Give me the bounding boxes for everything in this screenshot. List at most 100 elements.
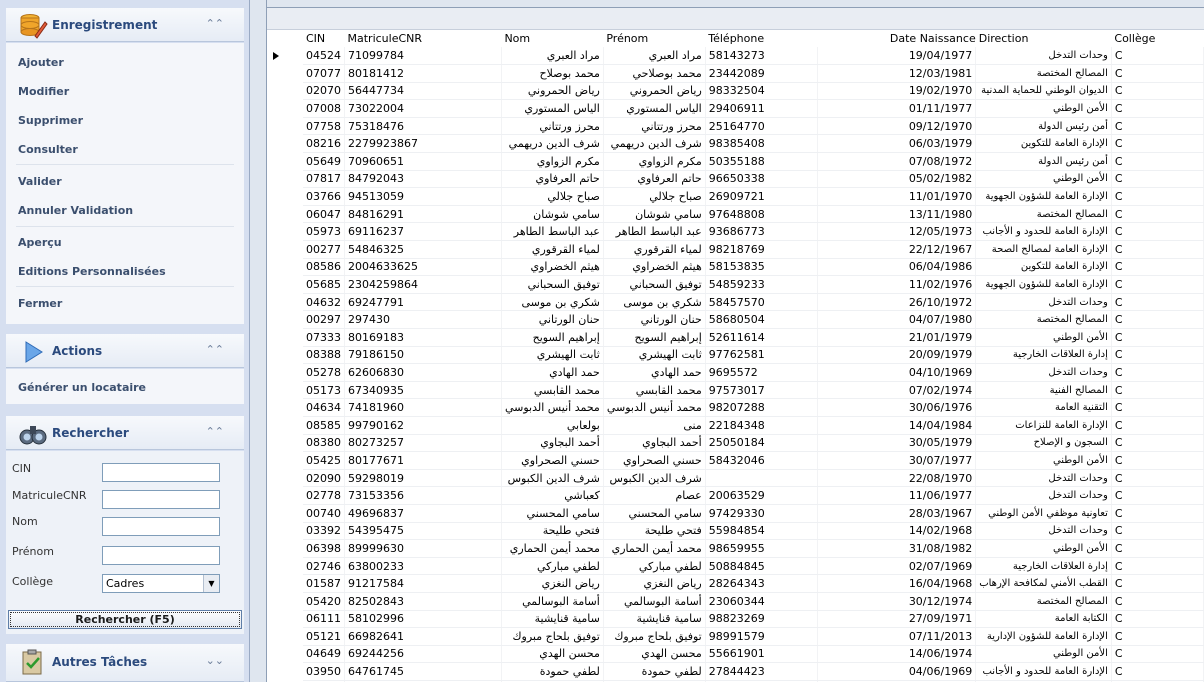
table-row[interactable]: 04524 71099784 مراد العبري مراد العبري 58143… — [303, 47, 1204, 66]
table-row[interactable]: 07758 75318476 محرز ورتتاني محرز ورتتاني 251… — [303, 117, 1204, 136]
separator — [16, 226, 234, 227]
table-row[interactable]: 08380 80273257 أحمد البجاوي أحمد البجاوي 250… — [303, 434, 1204, 453]
column-header-nom[interactable]: Nom — [501, 30, 604, 47]
cell-direction: تعاونية موظفي الأمن الوطني — [975, 504, 1112, 523]
table-row[interactable]: 02070 56447734 رياض الحمروني رياض الحمروني 9… — [303, 82, 1204, 101]
cell-date-naissance: 04/06/1969 — [817, 662, 977, 681]
table-row[interactable]: 05278 62606830 حمد الهادي حمد الهادي 9695572… — [303, 363, 1204, 382]
task-annuler-validation[interactable]: Annuler Validation — [18, 204, 133, 217]
cell-matricule: 84816291 — [344, 205, 502, 224]
table-row[interactable]: 02090 59298019 شرف الدين الكبوس شرف الدين ا… — [303, 469, 1204, 488]
dropdown-arrow-icon[interactable]: ▼ — [203, 575, 219, 592]
table-row[interactable]: 05425 80177671 حسني الصحراوي حسني الصحراوي 5… — [303, 451, 1204, 470]
table-row[interactable]: 00740 49696837 سامي المحسني سامي المحسني 974… — [303, 504, 1204, 523]
pane-header-rechercher[interactable]: Rechercher ⌃⌃ — [6, 416, 244, 450]
cell-matricule: 54846325 — [344, 240, 502, 259]
cell-prenom: رياض الحمروني — [603, 82, 706, 101]
column-header-college[interactable]: Collège — [1111, 30, 1204, 47]
table-row[interactable]: 06111 58102996 سامية قنايشية سامية قنايشية 9… — [303, 610, 1204, 629]
table-row[interactable]: 08216 2279923867 شرف الدين دريهمي شرف الدين… — [303, 134, 1204, 154]
task-ajouter[interactable]: Ajouter — [18, 56, 64, 69]
table-row[interactable]: 01587 91217584 رياض النغزي رياض النغزي 28264… — [303, 574, 1204, 593]
cell-direction: الأمن الوطني — [975, 328, 1112, 347]
table-row[interactable]: 05649 70960651 مكرم الزواوي مكرم الزواوي 503… — [303, 152, 1204, 171]
table-row[interactable]: 07008 73022004 الياس المستوري الياس المستور… — [303, 99, 1204, 118]
pane-header-actions[interactable]: Actions ⌃⌃ — [6, 334, 244, 368]
column-header-telephone[interactable]: Téléphone — [705, 30, 818, 47]
cell-college: C — [1111, 557, 1204, 576]
cell-date-naissance: 20/09/1979 — [817, 346, 977, 365]
column-header-matricule[interactable]: MatriculeCNR — [344, 30, 502, 47]
pane-title: Autres Tâches — [52, 655, 148, 669]
cell-matricule: 297430 — [344, 310, 502, 329]
cell-prenom: سامي المحسني — [603, 504, 706, 523]
table-row[interactable]: 03392 54395475 فتحي طليحة فتحي طليحة 5598485… — [303, 522, 1204, 541]
table-row[interactable]: 07077 80181412 محمد بوصلاح محمد بوصلاحي 2344… — [303, 64, 1204, 83]
cell-prenom: محسن الهدي — [603, 645, 706, 664]
expand-chevron-icon[interactable]: ⌄⌄ — [206, 654, 224, 667]
table-row[interactable]: 08585 99790162 بولعابي منى 22184348 14/04/198… — [303, 416, 1204, 435]
table-row[interactable]: 04634 74181960 محمد أنيس الدبوسي محمد أنيس … — [303, 398, 1204, 417]
task-modifier[interactable]: Modifier — [18, 85, 69, 98]
table-row[interactable]: 05121 66982641 توفيق بلحاج مبروك توفيق بلحا… — [303, 627, 1204, 646]
table-row[interactable]: 05685 2304259864 توفيق السحباني توفيق السحب… — [303, 275, 1204, 294]
collapse-chevron-icon[interactable]: ⌃⌃ — [206, 343, 224, 356]
task-valider[interactable]: Valider — [18, 175, 62, 188]
college-select[interactable]: Cadres ▼ — [102, 574, 220, 593]
matricule-input[interactable] — [102, 490, 220, 509]
cell-direction: المصالح المختصة — [975, 592, 1112, 611]
cell-matricule: 74181960 — [344, 398, 502, 417]
cell-cin: 03950 — [303, 662, 345, 681]
column-header-date-naissance[interactable]: Date Naissance — [817, 30, 976, 47]
table-row[interactable]: 02746 63800233 لطفي مباركي لطفي مباركي 50884… — [303, 557, 1204, 576]
column-header-cin[interactable]: CIN — [303, 30, 345, 47]
nom-input[interactable] — [102, 517, 220, 536]
table-row[interactable]: 03766 94513059 صباح جلالي صباح جلالي 2690972… — [303, 187, 1204, 206]
table-row[interactable]: 05173 67340935 محمد القابسي محمد القابسي 975… — [303, 381, 1204, 400]
cell-cin: 07333 — [303, 328, 345, 347]
cell-cin: 08380 — [303, 434, 345, 453]
column-header-prenom[interactable]: Prénom — [603, 30, 706, 47]
task-generer-locataire[interactable]: Générer un locataire — [18, 381, 146, 394]
college-selected-value: Cadres — [106, 577, 145, 590]
cell-prenom: حنان الورتاني — [603, 310, 706, 329]
table-row[interactable]: 03950 64761745 لطفي حمودة لطفي حمودة 2784442… — [303, 662, 1204, 681]
cell-direction: التقنية العامة — [975, 398, 1112, 417]
task-editions-personnalisees[interactable]: Editions Personnalisées — [18, 265, 166, 278]
pane-header-enregistrement[interactable]: Enregistrement ⌃⌃ — [6, 8, 244, 42]
table-row[interactable]: 08586 2004633625 هيثم الخضراوي هيثم الخضراو… — [303, 258, 1204, 277]
task-fermer[interactable]: Fermer — [18, 297, 62, 310]
cell-prenom: لطفي حمودة — [603, 662, 706, 681]
table-row[interactable]: 08388 79186150 ثابت الهيشري ثابت الهيشري 977… — [303, 346, 1204, 365]
table-row[interactable]: 04649 69244256 محسن الهدي محسن الهدي 5566190… — [303, 645, 1204, 664]
task-supprimer[interactable]: Supprimer — [18, 114, 83, 127]
table-row[interactable]: 05420 82502843 أسامة البوسالمي أسامة البوسا… — [303, 592, 1204, 611]
table-row[interactable]: 06398 89999630 محمد أيمن الحماري محمد أيمن … — [303, 539, 1204, 558]
cell-direction: أمن رئيس الدولة — [975, 117, 1112, 136]
table-row[interactable]: 00297 297430 حنان الورتاني حنان الورتاني 586… — [303, 310, 1204, 329]
cell-nom: حمد الهادي — [501, 363, 604, 382]
cell-date-naissance: 26/10/1972 — [817, 293, 977, 312]
column-header-direction[interactable]: Direction — [975, 30, 1112, 47]
pane-enregistrement: Enregistrement ⌃⌃ Ajouter Modifier Suppr… — [6, 8, 244, 324]
cell-prenom: حمد الهادي — [603, 363, 706, 382]
collapse-chevron-icon[interactable]: ⌃⌃ — [206, 425, 224, 438]
cell-direction: الإدارة العامة للتكوين — [975, 134, 1112, 154]
table-row[interactable]: 05973 69116237 عبد الباسط الطاهر عبد الباسط… — [303, 222, 1204, 242]
cin-input[interactable] — [102, 463, 220, 482]
collapse-chevron-icon[interactable]: ⌃⌃ — [206, 17, 224, 30]
table-row[interactable]: 07817 84792043 حاتم العرفاوي حاتم العرفاوي 9… — [303, 170, 1204, 189]
rechercher-button[interactable]: Rechercher (F5) — [8, 610, 242, 629]
pane-header-autres-taches[interactable]: Autres Tâches ⌄⌄ — [6, 644, 244, 682]
table-row[interactable]: 07333 80169183 إبراهيم السويح إبراهيم السوي… — [303, 328, 1204, 347]
cell-telephone: 20063529 — [705, 486, 818, 505]
table-row[interactable]: 02778 73153356 كعباشي عصام 20063529 11/06/197… — [303, 486, 1204, 505]
table-row[interactable]: 04632 69247791 شكري بن موسى شكري بن موسى 584… — [303, 293, 1204, 312]
task-consulter[interactable]: Consulter — [18, 143, 78, 156]
task-apercu[interactable]: Aperçu — [18, 236, 62, 249]
table-row[interactable]: 06047 84816291 سامي شوشان سامي شوشان 9764880… — [303, 205, 1204, 224]
cell-cin: 02090 — [303, 469, 345, 488]
table-row[interactable]: 00277 54846325 لمياء القرقوري لمياء القرقور… — [303, 240, 1204, 259]
cell-college: C — [1111, 82, 1204, 101]
prenom-input[interactable] — [102, 546, 220, 565]
